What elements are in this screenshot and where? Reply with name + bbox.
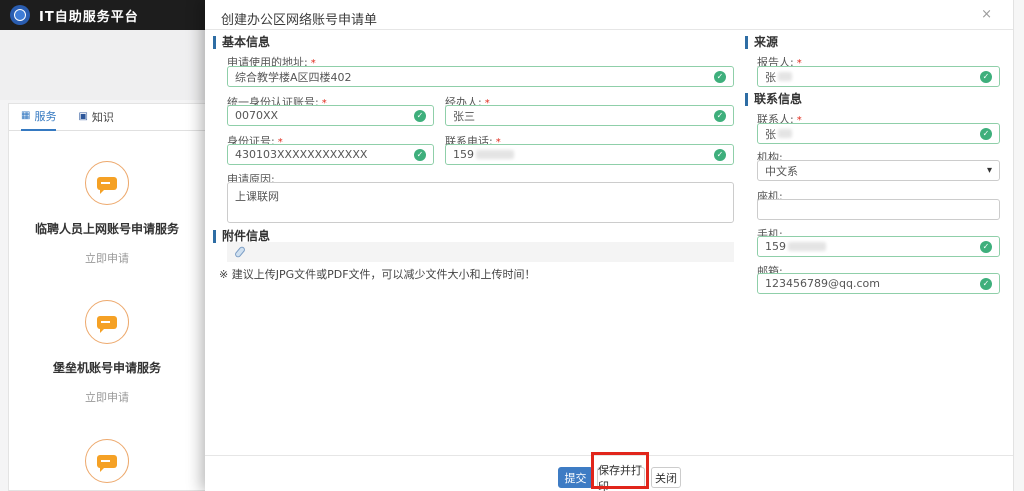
service-list: 临聘人员上网账号申请服务 立即申请 堡垒机账号申请服务 立即申请 服务器申请服务… [9,161,205,491]
check-icon: ✓ [714,148,726,161]
section-contact-info: 联系信息 [745,93,802,106]
check-icon: ✓ [714,70,726,83]
close-button[interactable]: 关闭 [651,467,681,488]
reason-textarea[interactable]: 上课联网 [227,182,734,223]
landline-field[interactable] [757,199,1000,220]
submit-button[interactable]: 提交 [558,467,593,488]
service-title: 临聘人员上网账号申请服务 [34,222,179,236]
comment-bubble-icon [85,161,129,205]
section-basic-info: 基本信息 [213,36,270,49]
redacted-digits [788,242,826,251]
id-number-field[interactable]: 430103XXXXXXXXXXXX ✓ [227,144,434,165]
save-and-print-button[interactable]: 保存并打印 [597,464,645,491]
tab-services-label: 服务 [34,110,57,123]
phone-field[interactable]: 159 ✓ [445,144,734,165]
app-title: IT自助服务平台 [39,9,139,25]
handler-field[interactable]: 张三 ✓ [445,105,734,126]
modal-title: 创建办公区网络账号申请单 [221,13,378,28]
attachment-upload-bar[interactable] [227,242,734,262]
service-title: 堡垒机账号申请服务 [52,361,161,375]
application-form-modal: 创建办公区网络账号申请单 × 基本信息 申请使用的地址: * 综合教学楼A区四楼4… [205,0,1024,491]
check-icon: ✓ [714,109,726,122]
apply-now-link[interactable]: 立即申请 [9,250,205,266]
tab-knowledge[interactable]: ▣ 知识 [78,104,113,131]
close-icon[interactable]: × [981,7,992,22]
account-field[interactable]: 0070XX ✓ [227,105,434,126]
paperclip-icon [233,245,247,259]
redacted-digits [476,150,514,159]
redacted-name [778,129,792,138]
apply-now-link[interactable]: 立即申请 [9,389,205,405]
footer-divider [205,455,1013,456]
grid-icon: ▦ [21,110,31,121]
redacted-name [778,72,792,81]
service-card-temp-staff[interactable]: 临聘人员上网账号申请服务 立即申请 [9,161,205,266]
service-card-bastion[interactable]: 堡垒机账号申请服务 立即申请 [9,300,205,405]
comment-bubble-icon [85,300,129,344]
section-source: 来源 [745,36,778,49]
reporter-field[interactable]: 张 ✓ [757,66,1000,87]
contact-person-field[interactable]: 张 ✓ [757,123,1000,144]
comment-bubble-icon [85,439,129,483]
email-field[interactable]: 123456789@qq.com ✓ [757,273,1000,294]
address-field[interactable]: 综合教学楼A区四楼402 ✓ [227,66,734,87]
app-logo-icon [10,5,30,25]
modal-header: 创建办公区网络账号申请单 × [205,0,1024,30]
org-select[interactable]: 中文系 ▾ [757,160,1000,181]
check-icon: ✓ [980,240,992,253]
modal-scrollbar[interactable] [1013,0,1024,491]
check-icon: ✓ [980,70,992,83]
service-card-server[interactable]: 服务器申请服务 立即申请 [9,439,205,491]
check-icon: ✓ [980,277,992,290]
tab-knowledge-label: 知识 [91,111,114,124]
attachment-note: ※ 建议上传JPG文件或PDF文件，可以减少文件大小和上传时间！ [219,268,536,281]
mobile-field[interactable]: 159 ✓ [757,236,1000,257]
book-icon: ▣ [78,111,88,122]
check-icon: ✓ [414,148,426,161]
check-icon: ✓ [414,109,426,122]
chevron-down-icon: ▾ [986,165,992,176]
check-icon: ✓ [980,127,992,140]
tab-services[interactable]: ▦ 服务 [21,104,57,131]
